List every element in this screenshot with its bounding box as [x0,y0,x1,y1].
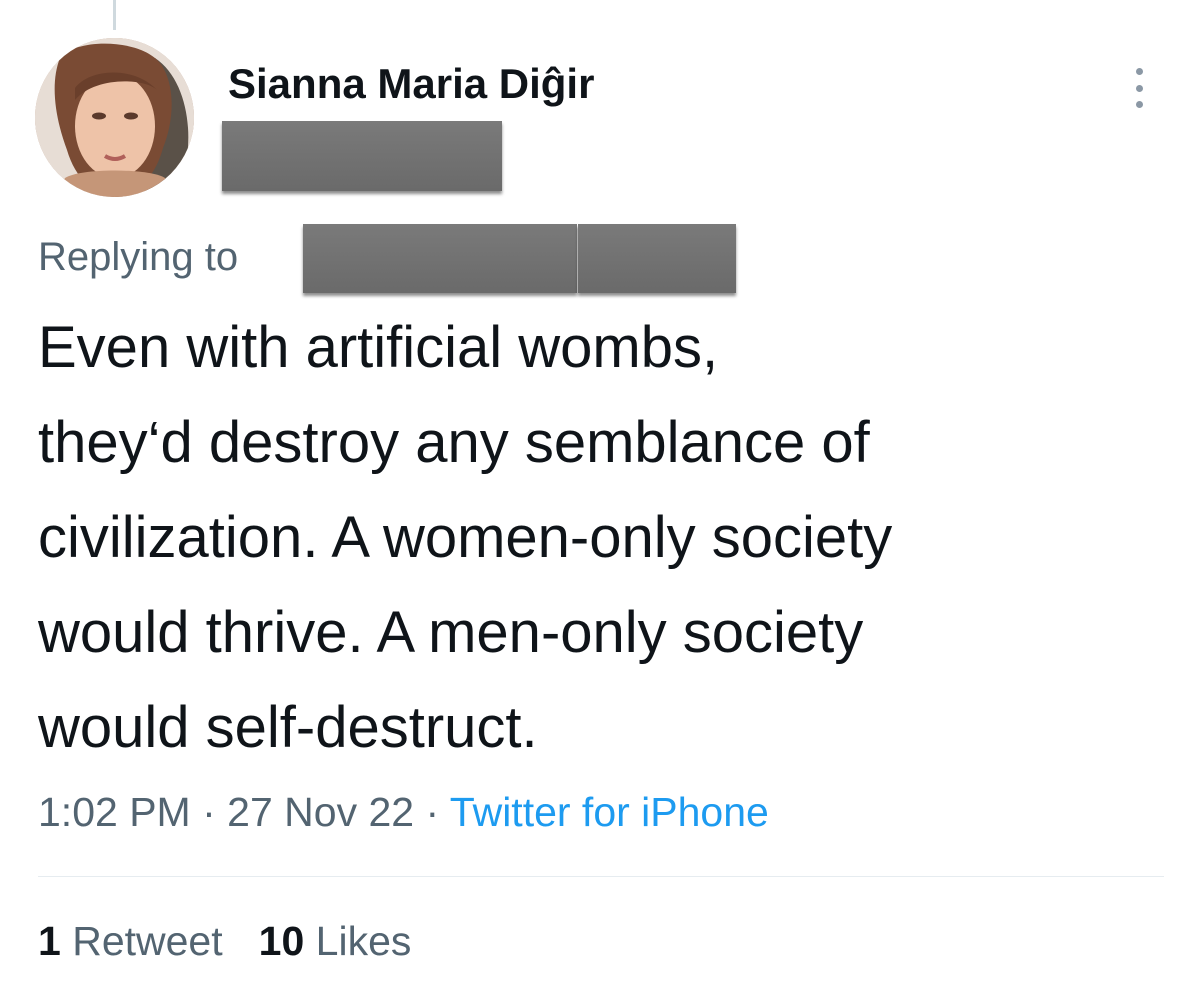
engagement-stats: 1 Retweet 10 Likes [38,914,411,968]
more-vertical-icon [1135,101,1143,108]
more-options-button[interactable] [1124,64,1154,112]
tweet-text: Even with artificial wombs, they‘d destr… [38,300,1178,775]
meta-separator: · [425,789,440,835]
tweet-time[interactable]: 1:02 PM [38,789,191,835]
redacted-handle [222,121,502,191]
likes-label: Likes [315,918,412,964]
avatar[interactable] [35,38,194,197]
meta-separator: · [202,789,216,835]
tweet-metadata: 1:02 PM · 27 Nov 22 · Twitter for iPhone [38,786,769,838]
replying-to-label: Replying to [38,235,239,279]
redacted-reply-handle [303,224,577,293]
profile-photo-icon [35,38,194,197]
tweet-text-line: they‘d destroy any semblance of [38,410,870,475]
tweet-text-line: would thrive. A men-only society [38,600,864,665]
tweet-text-line: Even with artificial wombs, [38,315,719,380]
author-name[interactable]: Sianna Maria Diĝir [228,58,594,110]
thread-connector-line [113,0,116,30]
tweet-source-link[interactable]: Twitter for iPhone [450,789,769,835]
more-vertical-icon [1135,84,1143,92]
retweets-label: Retweet [72,918,223,964]
tweet-date[interactable]: 27 Nov 22 [227,789,414,835]
retweets-stat[interactable]: 1 Retweet [38,918,223,964]
retweets-count: 1 [38,918,61,964]
redacted-reply-handle [578,224,736,293]
likes-count: 10 [258,918,305,964]
likes-stat[interactable]: 10 Likes [259,918,412,964]
tweet-detail: Sianna Maria Diĝir Replying to Even with… [0,0,1200,998]
tweet-text-line: civilization. A women-only society [38,505,893,570]
tweet-text-line: would self-destruct. [38,695,538,760]
divider [38,876,1164,877]
more-vertical-icon [1135,68,1143,75]
